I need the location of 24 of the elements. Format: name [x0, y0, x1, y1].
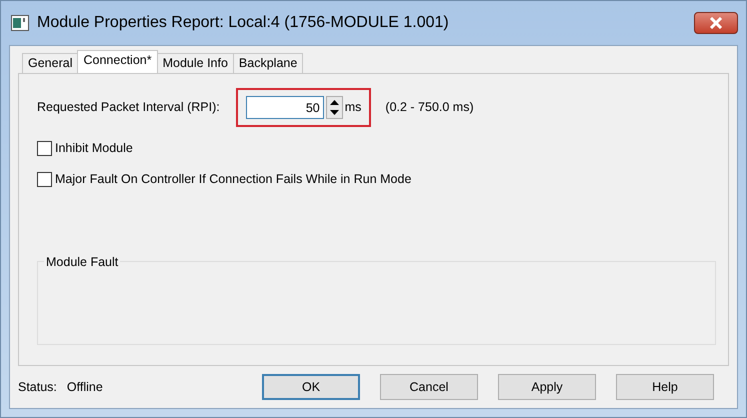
- dialog-button[interactable]: Apply: [498, 374, 596, 400]
- window-icon: [11, 15, 29, 31]
- dialog-button[interactable]: Help: [616, 374, 714, 400]
- status-value: Offline: [66, 378, 103, 396]
- window-title: Module Properties Report: Local:4 (1756-MODULE 1.001): [37, 13, 449, 33]
- close-icon: [709, 17, 723, 29]
- tab[interactable]: Backplane: [232, 53, 304, 73]
- rpi-input[interactable]: 50: [246, 96, 324, 119]
- tab[interactable]: Connection*: [77, 50, 158, 73]
- range-label: (0.2 - 750.0 ms): [385, 99, 474, 116]
- dialog-button[interactable]: Cancel: [380, 374, 478, 400]
- checkbox-label: Major Fault On Controller If Connection Fails While in Run Mode: [55, 170, 412, 188]
- up-arrow-icon: [330, 100, 339, 105]
- checkbox[interactable]: [37, 172, 52, 187]
- dialog-button[interactable]: OK: [262, 374, 360, 400]
- down-arrow-icon: [330, 110, 339, 116]
- close-button[interactable]: [694, 12, 738, 34]
- status-label: Status:: [18, 378, 57, 396]
- checkbox[interactable]: [37, 140, 52, 156]
- checkbox-label: Inhibit Module: [55, 140, 133, 157]
- unit-label: ms: [344, 99, 362, 116]
- rpi-label: Requested Packet Interval (RPI):: [37, 99, 220, 116]
- tab[interactable]: General: [22, 53, 78, 73]
- spin-button[interactable]: [326, 96, 343, 119]
